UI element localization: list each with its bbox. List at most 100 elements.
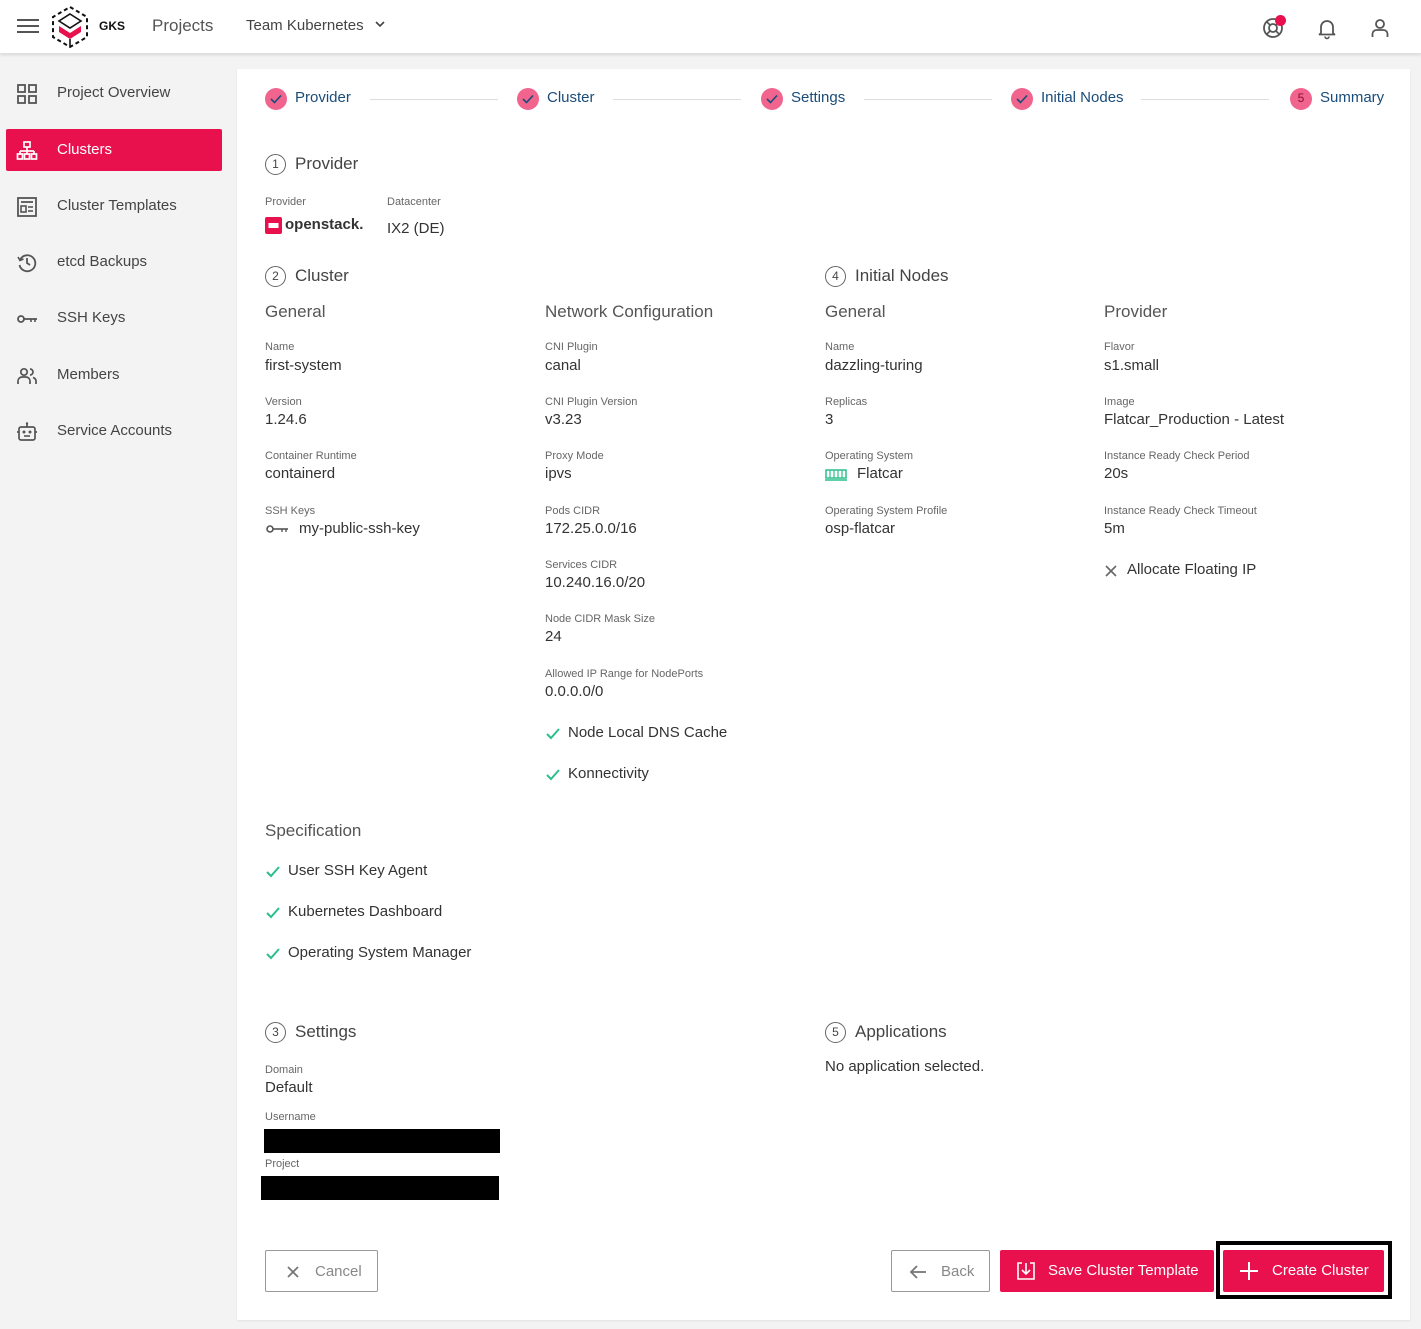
sidebar-item-cluster-templates[interactable]: Cluster Templates	[6, 185, 222, 227]
step-connector	[864, 99, 992, 100]
proxy-mode-label: Proxy Mode	[545, 450, 604, 462]
sidebar-item-label: Service Accounts	[57, 422, 173, 439]
node-name-label: Name	[825, 341, 855, 353]
notification-dot	[1275, 15, 1286, 26]
spec-item: Operating System Manager	[265, 944, 505, 964]
flatcar-icon	[825, 469, 847, 481]
key-icon	[17, 315, 37, 323]
pods-cidr-label: Pods CIDR	[545, 505, 601, 517]
ssh-key-value: my-public-ssh-key	[299, 520, 420, 537]
step-done-badge	[517, 88, 539, 110]
konnectivity-enabled: Konnectivity	[545, 765, 765, 785]
grid-icon	[17, 84, 37, 104]
step-connector	[1141, 99, 1269, 100]
floating-ip-label: Allocate Floating IP	[1127, 561, 1257, 578]
step-done-badge	[265, 88, 287, 110]
username-label: Username	[265, 1111, 316, 1123]
nodeport-range-value: 0.0.0.0/0	[545, 683, 604, 700]
sidebar-item-service-accounts[interactable]: Service Accounts	[6, 410, 222, 452]
cluster-general-heading: General	[265, 302, 326, 321]
back-button-label: Back	[941, 1263, 975, 1280]
create-cluster-button[interactable]: Create Cluster	[1223, 1250, 1384, 1292]
save-template-button-label: Save Cluster Template	[1048, 1262, 1199, 1279]
spec-item-label: Kubernetes Dashboard	[288, 903, 443, 920]
cluster-name-label: Name	[265, 341, 295, 353]
image-value: Flatcar_Production - Latest	[1104, 411, 1285, 428]
cni-plugin-label: CNI Plugin	[545, 341, 598, 353]
project-selector-label: Team Kubernetes	[246, 17, 364, 34]
username-redacted	[264, 1129, 500, 1153]
services-cidr-value: 10.240.16.0/20	[545, 574, 646, 591]
sidebar-item-label: etcd Backups	[57, 253, 148, 270]
sidebar-item-label: Clusters	[57, 141, 113, 158]
ready-timeout-label: Instance Ready Check Timeout	[1104, 505, 1257, 517]
sidebar-item-members[interactable]: Members	[6, 354, 222, 396]
wizard-card: Provider Cluster Settings Initial Nodes …	[237, 69, 1410, 1320]
node-name-value: dazzling-turing	[825, 357, 923, 374]
section-title: Settings	[295, 1022, 357, 1041]
openstack-logo-text: openstack.	[285, 216, 364, 233]
cni-version-label: CNI Plugin Version	[545, 396, 638, 408]
runtime-value: containerd	[265, 465, 336, 482]
node-cidr-mask-value: 24	[545, 628, 562, 645]
sidebar-item-etcd-backups[interactable]: etcd Backups	[6, 241, 222, 283]
section-number: 3	[265, 1022, 286, 1043]
flavor-label: Flavor	[1104, 341, 1135, 353]
sidebar-item-label: Project Overview	[57, 84, 171, 101]
proxy-mode-value: ipvs	[545, 465, 572, 482]
dns-cache-label: Node Local DNS Cache	[568, 724, 728, 741]
section-applications-heading: 5 Applications	[825, 1022, 947, 1043]
close-icon	[287, 1266, 299, 1278]
section-title: Cluster	[295, 266, 349, 285]
step-label: Settings	[791, 89, 846, 106]
save-cluster-template-button[interactable]: Save Cluster Template	[1000, 1250, 1214, 1292]
user-account-icon[interactable]	[1368, 16, 1392, 40]
step-number: 5	[1297, 91, 1305, 105]
konnectivity-label: Konnectivity	[568, 765, 649, 782]
projects-link[interactable]: Projects	[152, 16, 213, 36]
sidebar-item-ssh-keys[interactable]: SSH Keys	[6, 297, 222, 339]
domain-value: Default	[265, 1079, 313, 1096]
check-icon	[546, 728, 560, 740]
key-icon	[266, 525, 288, 533]
section-initial-nodes-heading: 4 Initial Nodes	[825, 266, 949, 287]
step-label: Cluster	[547, 89, 595, 106]
os-value: Flatcar	[857, 465, 903, 482]
cni-version-value: v3.23	[545, 411, 582, 428]
cluster-name-value: first-system	[265, 357, 342, 374]
openstack-logo: openstack.	[265, 216, 365, 236]
project-selector[interactable]: Team Kubernetes	[246, 17, 385, 34]
create-cluster-button-label: Create Cluster	[1272, 1262, 1369, 1279]
sidebar: Project Overview Clusters Cluster Templa…	[0, 54, 228, 1329]
spec-item: Kubernetes Dashboard	[265, 903, 505, 923]
back-button[interactable]: Back	[891, 1250, 990, 1292]
nodes-provider-heading: Provider	[1104, 302, 1168, 321]
replicas-label: Replicas	[825, 396, 868, 408]
pods-cidr-value: 172.25.0.0/16	[545, 520, 637, 537]
cancel-button[interactable]: Cancel	[265, 1250, 378, 1292]
services-cidr-label: Services CIDR	[545, 559, 618, 571]
template-icon	[17, 197, 37, 217]
step-done-badge	[1011, 88, 1033, 110]
sidebar-item-label: Cluster Templates	[57, 197, 177, 214]
logo-text: GKS	[99, 19, 126, 33]
step-done-badge	[761, 88, 783, 110]
cni-plugin-value: canal	[545, 357, 581, 374]
sidebar-item-clusters[interactable]: Clusters	[6, 129, 222, 171]
spec-item-label: User SSH Key Agent	[288, 862, 428, 879]
section-number: 2	[265, 266, 286, 287]
step-label: Initial Nodes	[1041, 89, 1124, 106]
hamburger-menu-icon[interactable]	[14, 15, 42, 39]
section-provider-heading: 1 Provider	[265, 154, 358, 175]
openstack-icon	[265, 217, 282, 234]
image-label: Image	[1104, 396, 1135, 408]
os-profile-label: Operating System Profile	[825, 505, 948, 517]
save-template-icon	[1017, 1262, 1035, 1280]
close-icon	[1105, 565, 1117, 577]
step-number-badge: 5	[1290, 88, 1312, 110]
sidebar-item-project-overview[interactable]: Project Overview	[6, 72, 222, 114]
section-number: 1	[265, 154, 286, 175]
bell-icon[interactable]	[1315, 16, 1339, 40]
domain-label: Domain	[265, 1064, 303, 1076]
project-redacted	[261, 1176, 499, 1200]
